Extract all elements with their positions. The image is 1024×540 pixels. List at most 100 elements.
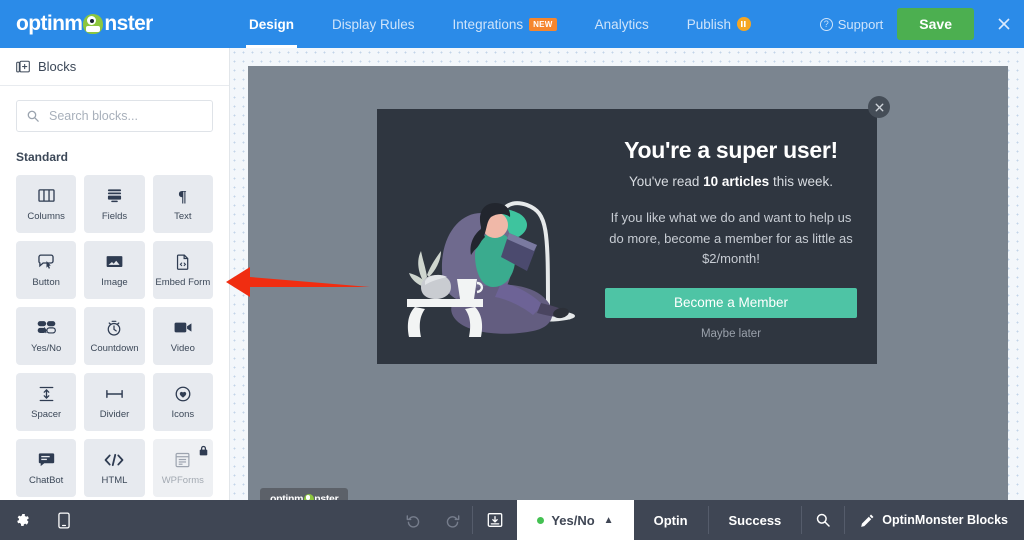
nav-tab-analytics[interactable]: Analytics [576,0,668,48]
wpforms-icon [175,451,190,469]
block-tile-video[interactable]: Video [153,307,213,365]
new-badge: NEW [529,18,557,31]
block-tile-html[interactable]: HTML [84,439,144,497]
sidebar-content: Standard Columns [0,86,229,500]
popup-close-button[interactable] [868,96,890,118]
view-tab-optin[interactable]: Optin [634,500,708,540]
header-actions: ? Support Save [806,0,1024,48]
block-label-fields: Fields [102,211,127,222]
close-builder-button[interactable] [984,17,1024,31]
block-tile-countdown[interactable]: Countdown [84,307,144,365]
block-tile-yes-no[interactable]: Yes/No [16,307,76,365]
nav-tab-analytics-label: Analytics [595,17,649,32]
optinmonster-blocks-button[interactable]: OptinMonster Blocks [845,500,1024,540]
search-blocks-wrapper [16,100,213,132]
brand-text-before: optinm [16,12,82,36]
lock-icon [199,443,208,461]
blocks-panel-icon [16,60,30,74]
popup-illustration [377,109,597,364]
yes-no-icon [37,319,56,337]
mobile-preview-button[interactable] [44,500,84,540]
pencil-icon [861,514,874,527]
bottom-toolbar-right: OptinMonster Blocks [801,500,1024,540]
search-blocks-input[interactable] [16,100,213,132]
view-tab-success[interactable]: Success [709,500,802,540]
settings-button[interactable] [0,500,44,540]
brand-text-after: nster [104,12,152,36]
block-label-chatbot: ChatBot [29,475,63,486]
block-tile-text[interactable]: ¶ Text [153,175,213,233]
chevron-up-icon: ▲ [604,515,614,526]
html-icon [104,451,124,469]
block-tile-fields[interactable]: Fields [84,175,144,233]
search-icon [816,513,830,527]
blocks-grid: Columns Fields [16,175,213,497]
text-icon: ¶ [175,187,190,205]
block-tile-wpforms[interactable]: WPForms [153,439,213,497]
spacer-icon [38,385,55,403]
app-header: optinm nster Design Display Rules Integra… [0,0,1024,48]
mobile-device-icon [58,512,70,529]
popup-subheadline: You've read 10 articles this week. [629,174,833,189]
view-tab-yes-no[interactable]: Yes/No ▲ [517,500,633,540]
publish-status-badge [737,17,751,31]
nav-tab-publish[interactable]: Publish [668,0,770,48]
nav-tab-design[interactable]: Design [230,0,313,48]
nav-tab-integrations-label: Integrations [453,17,524,32]
block-label-spacer: Spacer [31,409,61,420]
standard-section-label: Standard [16,150,213,164]
button-icon [37,253,55,271]
become-a-member-button[interactable]: Become a Member [605,288,857,318]
undo-icon [406,513,421,528]
block-label-columns: Columns [27,211,65,222]
columns-icon [38,187,55,205]
chatbot-icon [38,451,55,469]
save-template-button[interactable] [473,500,517,540]
countdown-icon [106,319,122,337]
view-tab-optin-label: Optin [654,513,688,528]
block-tile-icons[interactable]: Icons [153,373,213,431]
image-icon [106,253,123,271]
maybe-later-link[interactable]: Maybe later [701,328,761,340]
brand-logo[interactable]: optinm nster [0,0,230,48]
block-tile-image[interactable]: Image [84,241,144,299]
sidebar-title: Blocks [38,59,76,74]
main-navigation: Design Display Rules Integrations NEW An… [230,0,770,48]
question-mark-icon: ? [820,18,833,31]
block-tile-button[interactable]: Button [16,241,76,299]
nav-tab-integrations[interactable]: Integrations NEW [434,0,576,48]
icons-icon [175,385,191,403]
block-tile-chatbot[interactable]: ChatBot [16,439,76,497]
block-tile-columns[interactable]: Columns [16,175,76,233]
undo-button[interactable] [394,500,433,540]
view-tab-success-label: Success [729,513,782,528]
popup-sub-pre: You've read [629,174,703,189]
block-label-divider: Divider [100,409,130,420]
redo-icon [445,513,460,528]
popup-headline: You're a super user! [624,137,838,163]
pause-icon [741,21,746,27]
nav-tab-display-rules-label: Display Rules [332,17,415,32]
block-tile-spacer[interactable]: Spacer [16,373,76,431]
block-tile-divider[interactable]: Divider [84,373,144,431]
campaign-popup[interactable]: You're a super user! You've read 10 arti… [377,109,877,364]
block-label-text: Text [174,211,191,222]
toolbar-spacer-left [84,500,394,540]
close-icon [997,17,1011,31]
save-button[interactable]: Save [897,8,974,40]
nav-tab-display-rules[interactable]: Display Rules [313,0,434,48]
block-label-countdown: Countdown [90,343,138,354]
redo-button[interactable] [433,500,472,540]
brand-logo-text: optinm nster [16,12,153,36]
divider-icon [105,385,124,403]
support-label: Support [838,17,884,32]
builder-bottom-toolbar: Yes/No ▲ Optin Success OptinMonste [0,500,1024,540]
active-status-dot [537,517,544,524]
view-tab-yes-no-label: Yes/No [551,513,594,528]
sidebar-header: Blocks [0,48,229,86]
search-button[interactable] [802,500,844,540]
gear-icon [14,512,30,528]
support-button[interactable]: ? Support [806,17,898,32]
block-label-image: Image [101,277,127,288]
block-tile-embed-form[interactable]: Embed Form [153,241,213,299]
